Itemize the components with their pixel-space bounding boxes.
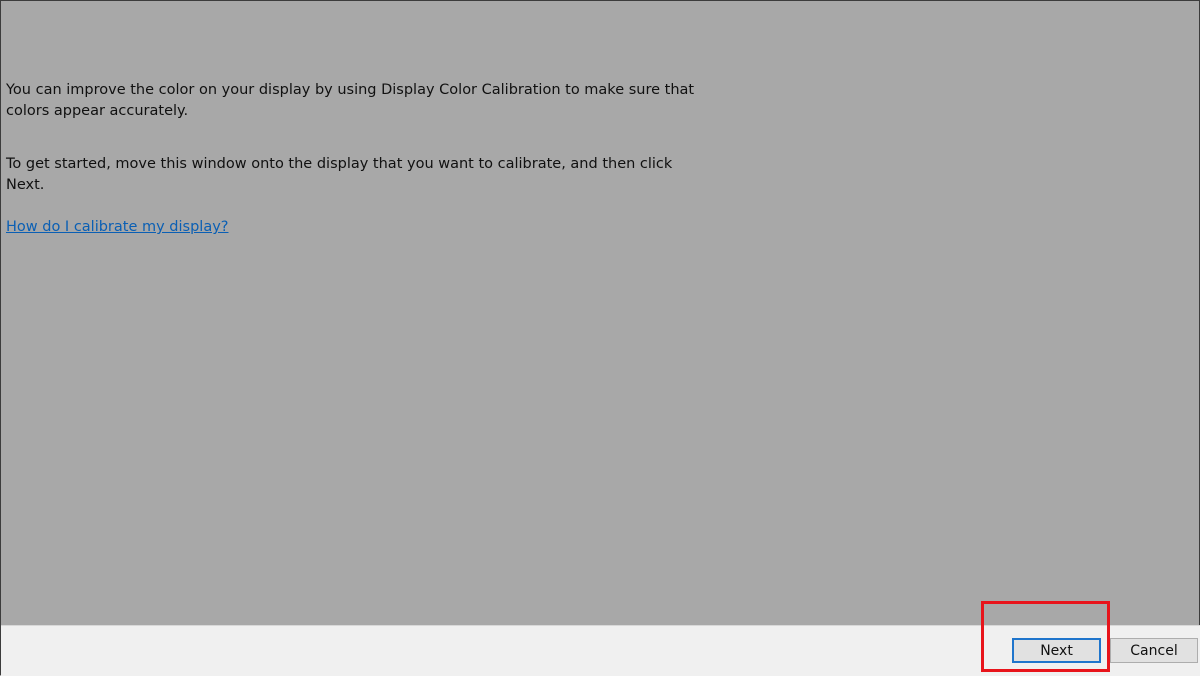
button-bar: Next Cancel xyxy=(1,625,1200,676)
cancel-button[interactable]: Cancel xyxy=(1110,638,1198,663)
next-button[interactable]: Next xyxy=(1012,638,1101,663)
instruction-paragraph: To get started, move this window onto th… xyxy=(6,156,673,193)
intro-content: You can improve the color on your displa… xyxy=(6,80,706,238)
help-link[interactable]: How do I calibrate my display? xyxy=(6,219,229,235)
intro-paragraph: You can improve the color on your displa… xyxy=(6,82,695,119)
calibration-window: You can improve the color on your displa… xyxy=(0,0,1200,676)
